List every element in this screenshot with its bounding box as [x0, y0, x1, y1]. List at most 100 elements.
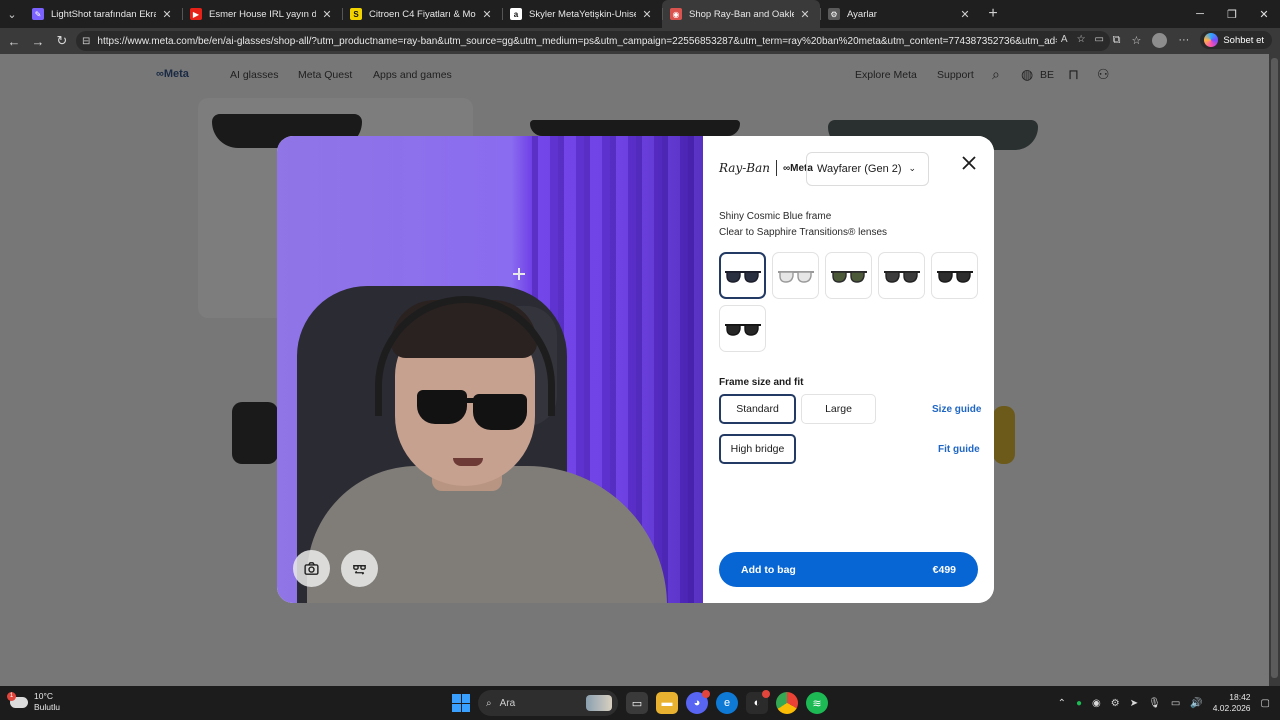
- color-swatch-black-dark[interactable]: [931, 252, 978, 299]
- model-dropdown-value: Wayfarer (Gen 2): [817, 163, 902, 175]
- task-view-icon[interactable]: ▭: [626, 692, 648, 714]
- more-menu-icon[interactable]: ···: [1178, 34, 1189, 46]
- close-window-icon[interactable]: ✕: [1248, 0, 1280, 28]
- size-large-button[interactable]: Large: [801, 394, 876, 424]
- color-swatch-shiny-cosmic-blue[interactable]: [719, 252, 766, 299]
- nav-link-support[interactable]: Support: [937, 69, 974, 81]
- show-hidden-icons-icon[interactable]: ⌃: [1058, 698, 1066, 709]
- steam-icon[interactable]: ⚙: [1111, 698, 1120, 709]
- start-button[interactable]: [452, 694, 470, 712]
- model-dropdown[interactable]: Wayfarer (Gen 2) ⌄: [806, 152, 929, 186]
- close-tab-icon[interactable]: ✕: [160, 8, 174, 21]
- site-info-icon[interactable]: ⊟: [82, 36, 90, 47]
- taskbar-search[interactable]: ⌕ Ara: [478, 690, 618, 716]
- favorites-icon[interactable]: ☆: [1131, 34, 1141, 47]
- sunglasses-icon: [724, 323, 761, 336]
- close-tab-icon[interactable]: ✕: [640, 8, 654, 21]
- color-swatch-green-lens[interactable]: [825, 252, 872, 299]
- cloud-icon: 1: [7, 691, 28, 708]
- lens-description: Clear to Sapphire Transitions® lenses: [719, 227, 888, 238]
- size-guide-link[interactable]: Size guide: [932, 404, 981, 415]
- sunglasses-icon: [724, 270, 761, 283]
- color-swatch-black-grey[interactable]: [878, 252, 925, 299]
- browser-tab[interactable]: ✎ LightShot tarafından Ekran Görünt ✕: [24, 0, 182, 28]
- close-icon: [962, 156, 976, 170]
- restore-icon[interactable]: ❐: [1216, 0, 1248, 28]
- browser-tab[interactable]: ▶ Esmer House IRL yayın derleme - Y ✕: [182, 0, 342, 28]
- split-screen-icon[interactable]: ▭: [1095, 34, 1104, 45]
- search-icon: ⌕: [486, 697, 492, 709]
- close-modal-button[interactable]: [958, 152, 980, 174]
- nav-link-ai-glasses[interactable]: AI glasses: [230, 69, 278, 81]
- globe-icon[interactable]: ◍: [1021, 66, 1033, 83]
- take-photo-button[interactable]: [293, 550, 330, 587]
- search-icon[interactable]: ⌕: [992, 66, 1000, 83]
- nav-link-apps-games[interactable]: Apps and games: [373, 69, 452, 81]
- spotify-icon[interactable]: ≋: [806, 692, 828, 714]
- chrome-icon[interactable]: [776, 692, 798, 714]
- clock[interactable]: 18:42 4.02.2026: [1213, 692, 1251, 714]
- tab-favicon-icon: a: [510, 8, 522, 20]
- browser-tab[interactable]: ⚙ Ayarlar ✕: [820, 0, 980, 28]
- high-bridge-button[interactable]: High bridge: [719, 434, 796, 464]
- nav-link-explore-meta[interactable]: Explore Meta: [855, 69, 917, 81]
- close-tab-icon[interactable]: ✕: [958, 8, 972, 21]
- edge-icon[interactable]: e: [716, 692, 738, 714]
- frame-size-title: Frame size and fit: [719, 377, 804, 388]
- fit-guide-link[interactable]: Fit guide: [938, 444, 980, 455]
- file-explorer-icon[interactable]: ▬: [656, 692, 678, 714]
- camera-preview: [277, 136, 703, 603]
- tray-app-icon[interactable]: ◉: [1092, 698, 1101, 709]
- address-bar[interactable]: ⊟ https://www.meta.com/be/en/ai-glasses/…: [76, 31, 1110, 51]
- new-tab-button[interactable]: +: [980, 5, 1006, 23]
- tab-favicon-icon: ✎: [32, 8, 44, 20]
- tab-actions-menu-icon[interactable]: ⌄: [0, 0, 24, 28]
- browser-tab[interactable]: S Citroen C4 Fiyatları & Modelleri sa ✕: [342, 0, 502, 28]
- compare-glasses-button[interactable]: [341, 550, 378, 587]
- account-icon[interactable]: ⚇: [1097, 66, 1110, 83]
- tray-app-icon[interactable]: ➤: [1130, 698, 1138, 709]
- clock-date: 4.02.2026: [1212, 703, 1251, 713]
- add-to-bag-button[interactable]: Add to bag €499: [719, 552, 978, 587]
- tray-app-icon[interactable]: ●: [1076, 698, 1082, 709]
- color-swatch-matte-black[interactable]: [719, 305, 766, 352]
- weather-widget[interactable]: 1 10°C Bulutlu: [7, 691, 60, 713]
- virtual-try-on-modal: Ray-Ban ∞Meta Wayfarer (Gen 2) ⌄ Shiny C…: [277, 136, 994, 603]
- color-swatch-clear-frame[interactable]: [772, 252, 819, 299]
- nav-link-meta-quest[interactable]: Meta Quest: [298, 69, 352, 81]
- favorite-star-icon[interactable]: ☆: [1077, 34, 1086, 45]
- extensions-icon[interactable]: ⧉: [1113, 34, 1121, 47]
- tab-title: Esmer House IRL yayın derleme - Y: [209, 8, 316, 20]
- refresh-icon[interactable]: ↻: [50, 28, 74, 54]
- url-text[interactable]: https://www.meta.com/be/en/ai-glasses/sh…: [97, 36, 1057, 47]
- site-header: ∞Meta AI glasses Meta Quest Apps and gam…: [0, 54, 1269, 96]
- notifications-icon[interactable]: ▢: [1261, 698, 1270, 709]
- browser-tab[interactable]: a Skyler MetaYetişkin-Unisex Güneş ✕: [502, 0, 662, 28]
- system-tray: ⌃ ● ◉ ⚙ ➤ 🎙 ▭ 🔊 18:42 4.02.2026 ▢: [1058, 686, 1270, 720]
- volume-icon[interactable]: 🔊: [1190, 698, 1202, 709]
- tab-title: Citroen C4 Fiyatları & Modelleri sa: [369, 8, 476, 20]
- browser-tab[interactable]: ◉ Shop Ray-Ban and Oakley Me ✕: [662, 0, 820, 28]
- meta-logo[interactable]: ∞Meta: [156, 68, 189, 80]
- region-label[interactable]: BE: [1040, 69, 1054, 81]
- forward-arrow-icon[interactable]: →: [26, 28, 50, 54]
- read-aloud-icon[interactable]: A: [1061, 34, 1068, 45]
- close-tab-icon[interactable]: ✕: [480, 8, 494, 21]
- back-arrow-icon[interactable]: ←: [2, 28, 26, 54]
- size-standard-button[interactable]: Standard: [719, 394, 796, 424]
- ray-ban-meta-logo: Ray-Ban ∞Meta: [719, 160, 813, 176]
- app-icon[interactable]: ◐: [746, 690, 770, 714]
- tab-title: Shop Ray-Ban and Oakley Me: [689, 8, 794, 20]
- close-tab-icon[interactable]: ✕: [320, 8, 334, 21]
- sunglasses-icon: [830, 270, 867, 283]
- display-icon[interactable]: ▭: [1171, 698, 1180, 709]
- ray-ban-wordmark: Ray-Ban: [719, 161, 770, 175]
- close-tab-icon[interactable]: ✕: [798, 8, 812, 21]
- profile-avatar[interactable]: [1152, 32, 1168, 48]
- shopping-bag-icon[interactable]: ⊓: [1068, 66, 1079, 83]
- discord-icon[interactable]: ◕: [686, 690, 710, 714]
- copilot-button[interactable]: Sohbet et: [1200, 31, 1272, 49]
- microphone-icon[interactable]: 🎙: [1148, 698, 1161, 709]
- page-scrollbar[interactable]: [1269, 54, 1280, 686]
- minimize-icon[interactable]: ─: [1184, 0, 1216, 28]
